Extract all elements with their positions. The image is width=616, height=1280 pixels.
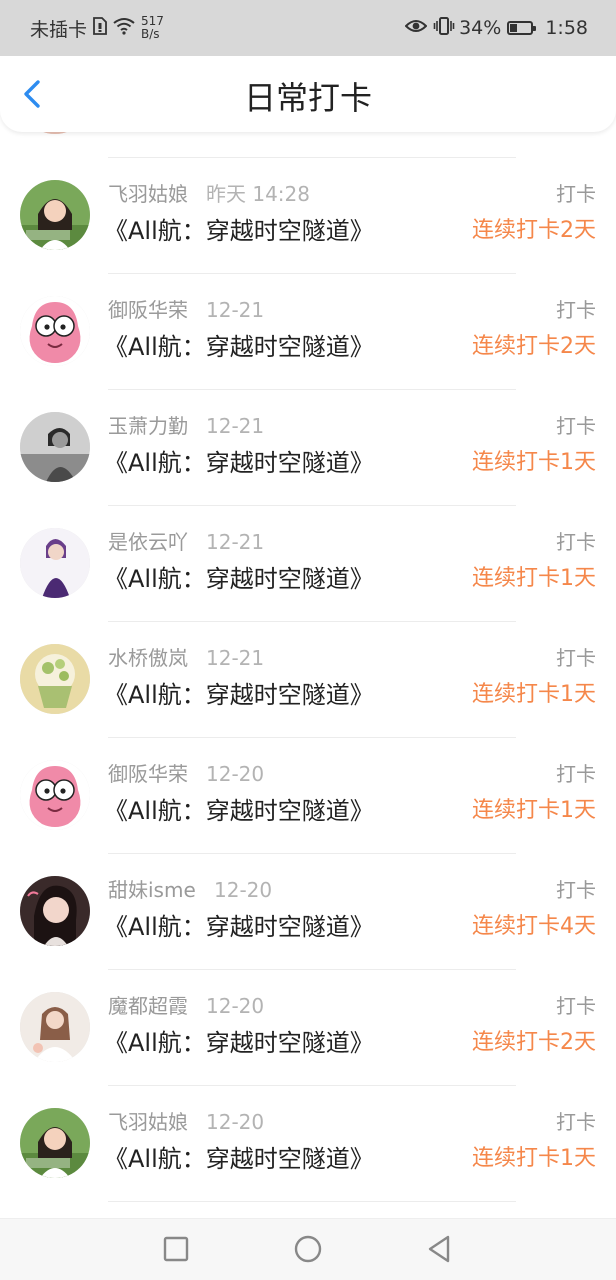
streak-label: 连续打卡1天 <box>472 1146 596 1171</box>
post-date: 12-20 <box>206 994 265 1018</box>
checkin-list-item[interactable]: 水桥傲岚 12-21 《All航：穿越时空隧道》 打卡连续打卡1天 <box>0 622 616 738</box>
status-bar: 未插卡 517 B/s 34% 1:58 <box>0 0 616 56</box>
checkin-list-content: 《All航：穿越时空隧道》打卡连续打卡3天飞羽姑娘昨天 14:28《All航：穿… <box>0 132 616 1202</box>
avatar[interactable] <box>20 132 90 134</box>
streak-label: 连续打卡2天 <box>472 1030 596 1055</box>
checkin-type-label: 打卡 <box>556 182 596 206</box>
post-date: 12-21 <box>206 414 265 438</box>
avatar[interactable] <box>20 760 90 830</box>
streak-label: 连续打卡2天 <box>472 334 596 359</box>
checkin-type-label: 打卡 <box>556 762 596 786</box>
user-name[interactable]: 御阪华荣 <box>108 760 188 788</box>
checkin-type-label: 打卡 <box>556 878 596 902</box>
avatar[interactable] <box>20 296 90 366</box>
checkin-type-label: 打卡 <box>556 994 596 1018</box>
net-speed: 517 B/s <box>141 15 164 41</box>
streak-label: 连续打卡1天 <box>472 682 596 707</box>
status-right: 34% 1:58 <box>404 14 588 42</box>
home-icon <box>294 1235 322 1263</box>
checkin-list[interactable]: 《All航：穿越时空隧道》打卡连续打卡3天飞羽姑娘昨天 14:28《All航：穿… <box>0 132 616 1219</box>
battery-icon <box>507 21 537 35</box>
item-title[interactable]: 《All航：穿越时空隧道》 <box>104 562 374 596</box>
item-title[interactable]: 《All航：穿越时空隧道》 <box>104 678 374 712</box>
avatar[interactable] <box>20 644 90 714</box>
clock: 1:58 <box>545 17 588 39</box>
wifi-icon <box>113 17 135 40</box>
streak-label: 连续打卡1天 <box>472 566 596 591</box>
post-date: 12-21 <box>206 646 265 670</box>
post-date: 12-21 <box>206 530 265 554</box>
avatar[interactable] <box>20 876 90 946</box>
system-nav-bar <box>0 1218 616 1280</box>
post-date: 昨天 14:28 <box>206 182 310 206</box>
user-name[interactable]: 水桥傲岚 <box>108 644 188 672</box>
streak-label: 连续打卡1天 <box>472 450 596 475</box>
checkin-list-item[interactable]: 甜妹isme 12-20 《All航：穿越时空隧道》 打卡连续打卡4天 <box>0 854 616 970</box>
status-left: 未插卡 517 B/s <box>30 14 164 42</box>
post-date: 12-20 <box>214 878 273 902</box>
post-date: 12-20 <box>206 762 265 786</box>
streak-label: 连续打卡4天 <box>472 914 596 939</box>
item-title[interactable]: 《All航：穿越时空隧道》 <box>104 1026 374 1060</box>
avatar[interactable] <box>20 992 90 1062</box>
battery-level-fill <box>510 24 518 32</box>
post-date: 12-20 <box>206 1110 265 1134</box>
checkin-list-item[interactable]: 是依云吖 12-21 《All航：穿越时空隧道》 打卡连续打卡1天 <box>0 506 616 622</box>
item-title[interactable]: 《All航：穿越时空隧道》 <box>104 1142 374 1176</box>
battery-percent: 34% <box>459 17 502 39</box>
avatar[interactable] <box>20 1108 90 1178</box>
user-name[interactable]: 飞羽姑娘 <box>108 180 188 208</box>
checkin-list-item[interactable]: 玉萧力勤 12-21 《All航：穿越时空隧道》 打卡连续打卡1天 <box>0 390 616 506</box>
page-title: 日常打卡 <box>243 79 372 117</box>
streak-label: 连续打卡1天 <box>472 798 596 823</box>
home-button[interactable] <box>292 1233 324 1265</box>
app-screen: 未插卡 517 B/s 34% 1:58 日常打卡 飞羽姑娘 昨天 14:28 … <box>0 0 616 1280</box>
recent-apps-button[interactable] <box>160 1233 192 1265</box>
recent-apps-icon <box>163 1236 189 1262</box>
checkin-list-item[interactable]: 《All航：穿越时空隧道》打卡连续打卡3天 <box>0 132 616 158</box>
avatar[interactable] <box>20 528 90 598</box>
post-date: 12-21 <box>206 298 265 322</box>
item-title[interactable]: 《All航：穿越时空隧道》 <box>104 330 374 364</box>
app-header: 日常打卡 <box>0 56 616 132</box>
checkin-type-label: 打卡 <box>556 298 596 322</box>
checkin-list-item[interactable]: 飞羽姑娘 12-20 《All航：穿越时空隧道》 打卡连续打卡1天 <box>0 1086 616 1202</box>
sim-icon <box>93 16 107 40</box>
back-nav-button[interactable] <box>424 1233 456 1265</box>
checkin-type-label: 打卡 <box>556 414 596 438</box>
user-name[interactable]: 是依云吖 <box>108 528 188 556</box>
user-name[interactable]: 玉萧力勤 <box>108 412 188 440</box>
item-title[interactable]: 《All航：穿越时空隧道》 <box>104 214 374 248</box>
checkin-type-label: 打卡 <box>556 646 596 670</box>
avatar[interactable] <box>20 412 90 482</box>
user-name[interactable]: 甜妹isme <box>108 876 196 904</box>
checkin-list-item[interactable]: 御阪华荣 12-20 《All航：穿越时空隧道》 打卡连续打卡1天 <box>0 738 616 854</box>
item-title[interactable]: 《All航：穿越时空隧道》 <box>104 794 374 828</box>
checkin-type-label: 打卡 <box>556 1110 596 1134</box>
item-title[interactable]: 《All航：穿越时空隧道》 <box>104 910 374 944</box>
user-name[interactable]: 飞羽姑娘 <box>108 1108 188 1136</box>
item-title[interactable]: 《All航：穿越时空隧道》 <box>104 446 374 480</box>
net-speed-unit: B/s <box>141 27 160 41</box>
back-nav-icon <box>428 1235 450 1263</box>
avatar[interactable] <box>20 180 90 250</box>
checkin-list-item[interactable]: 飞羽姑娘 昨天 14:28 《All航：穿越时空隧道》 打卡连续打卡2天 <box>0 158 616 274</box>
checkin-list-item[interactable]: 魔都超霞 12-20 《All航：穿越时空隧道》 打卡连续打卡2天 <box>0 970 616 1086</box>
streak-label: 连续打卡2天 <box>472 218 596 243</box>
carrier-text: 未插卡 <box>30 18 88 41</box>
checkin-list-item[interactable]: 御阪华荣 12-21 《All航：穿越时空隧道》 打卡连续打卡2天 <box>0 274 616 390</box>
user-name[interactable]: 魔都超霞 <box>108 992 188 1020</box>
checkin-type-label: 打卡 <box>556 530 596 554</box>
user-name[interactable]: 御阪华荣 <box>108 296 188 324</box>
vibrate-icon <box>433 16 455 41</box>
eye-icon <box>404 17 428 39</box>
